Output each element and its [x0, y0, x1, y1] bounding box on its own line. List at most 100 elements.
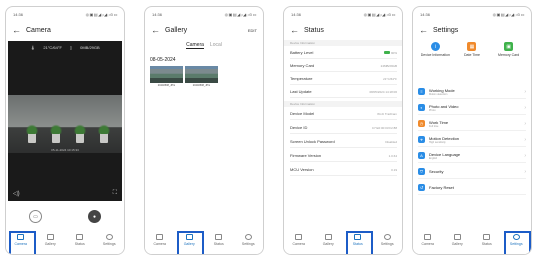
row-subtitle: Motion detection [429, 92, 448, 96]
temperature-readout: 21°C/64°F [43, 45, 62, 50]
clock-icon: ◷ [418, 120, 425, 127]
quick-device-information[interactable]: i Device Information [419, 42, 451, 57]
tab-camera[interactable]: Camera [186, 42, 204, 49]
nav-camera[interactable]: Camera [8, 231, 36, 254]
nav-label: Status [481, 242, 492, 246]
back-arrow-icon[interactable]: ← [151, 25, 165, 35]
nav-status[interactable]: Status [69, 234, 91, 246]
row-label: MCU Version [290, 167, 314, 172]
settings-row-work-time[interactable]: ◷ Work Time Full time › [418, 117, 526, 131]
quick-date-time[interactable]: ▦ Date Time [456, 42, 488, 57]
nav-status[interactable]: Status [476, 234, 498, 246]
gallery-tabs: Camera Local [145, 42, 263, 49]
status-icons: ◎▣▤◢ᵢₗ◢ᵢₗ⊙▭ [85, 11, 118, 17]
chevron-right-icon: › [524, 168, 526, 175]
section-header: Device Information [284, 40, 402, 46]
settings-row-photo-video[interactable]: ◐ Photo and Video Photo › [418, 101, 526, 115]
row-label: Battery Level [290, 50, 314, 55]
back-arrow-icon[interactable]: ← [419, 25, 433, 35]
storage-readout: 0MB/29GB [80, 45, 100, 50]
reset-icon: ↺ [418, 184, 425, 191]
battery-icon [383, 51, 390, 54]
settings-header: ← Settings [419, 24, 525, 36]
gear-icon [512, 234, 520, 240]
row-title: Factory Reset [429, 185, 454, 190]
nav-settings[interactable]: Settings [237, 234, 259, 246]
settings-quick-actions: i Device Information ▦ Date Time ▣ Memor… [417, 42, 527, 57]
chevron-right-icon: › [524, 136, 526, 143]
camera-icon: ● [92, 213, 97, 220]
row-label: Firmware Version [290, 153, 322, 158]
status-icon [354, 234, 362, 240]
gallery-thumbnail[interactable]: 20240508_JPG [185, 66, 218, 87]
row-label: Device ID [290, 125, 308, 130]
chevron-right-icon: › [524, 120, 526, 127]
row-label: Memory Card [290, 63, 315, 68]
video-camera-icon: ▭ [33, 213, 38, 220]
row-label: Device Model [290, 111, 315, 116]
row-subtitle: English [429, 156, 438, 160]
plant-pot [97, 123, 111, 143]
gallery-icon [324, 234, 332, 240]
fullscreen-icon[interactable]: ⛶ [113, 190, 117, 197]
status-row-mcu: MCU Version 0.19 [290, 164, 397, 176]
nav-gallery[interactable]: Gallery [177, 231, 205, 254]
chevron-right-icon: › [524, 88, 526, 95]
record-video-button[interactable]: ▭ [29, 210, 42, 223]
row-value: 24MB/29GB [380, 63, 397, 68]
settings-row-security[interactable]: ⛉ Security › [418, 165, 526, 179]
nav-camera[interactable]: Camera [417, 234, 439, 246]
battery-value: 90% [383, 51, 397, 55]
thumbnail-grid: 20240508_JPG 20240508_JPG [150, 66, 218, 87]
row-value: Disabled [385, 139, 397, 144]
settings-row-working-mode[interactable]: ≡ Working Mode Motion detection › [418, 85, 526, 99]
status-bar: 14:36 ◎▣▤◢ᵢₗ◢ᵢₗ⊙▭ [420, 10, 525, 18]
nav-camera[interactable]: Camera [149, 234, 171, 246]
edit-button[interactable]: EDIT [248, 28, 257, 33]
nav-settings[interactable]: Settings [376, 234, 398, 246]
gear-icon [244, 234, 252, 240]
row-value: 1.0.64 [388, 153, 397, 158]
status-header: ← Status [290, 24, 396, 36]
page-title: Status [304, 26, 324, 34]
nav-label: Status [352, 242, 363, 246]
status-icon [76, 234, 84, 240]
thumbnail-image [150, 66, 183, 83]
row-label: Screen Unlock Password [290, 139, 335, 144]
nav-gallery[interactable]: Gallery [39, 234, 61, 246]
nav-gallery[interactable]: Gallery [446, 234, 468, 246]
row-value: Wi-Fi TrailCam [377, 111, 397, 116]
thumbnail-caption: 20240508_JPG [192, 84, 211, 87]
camera-viewport: 🌡 21°C/64°F ▯ 0MB/29GB 05-11-2024 10:15:… [8, 41, 122, 201]
nav-camera[interactable]: Camera [288, 234, 310, 246]
phone-gallery-screen: 14:36 ◎▣▤◢ᵢₗ◢ᵢₗ⊙▭ ← Gallery EDIT Camera … [144, 6, 264, 255]
live-video-feed[interactable]: 05-11-2024 10:15:33 [8, 95, 122, 153]
settings-row-device-language[interactable]: A Device Language English › [418, 149, 526, 163]
nav-label: Status [74, 242, 85, 246]
settings-row-motion-detection[interactable]: ⌖ Motion Detection High sensitivity › [418, 133, 526, 147]
camera-icon [17, 234, 25, 240]
gear-icon [105, 234, 113, 240]
speaker-icon[interactable]: ◁) [13, 190, 20, 197]
back-arrow-icon[interactable]: ← [12, 25, 26, 35]
nav-settings[interactable]: Settings [98, 234, 120, 246]
camera-icon [424, 234, 432, 240]
nav-label: Gallery [44, 242, 56, 246]
gallery-thumbnail[interactable]: 20240508_JPG [150, 66, 183, 87]
nav-status[interactable]: Status [345, 231, 373, 254]
quick-memory-card[interactable]: ▣ Memory Card [493, 42, 525, 57]
settings-row-factory-reset[interactable]: ↺ Factory Reset [418, 181, 526, 195]
nav-status[interactable]: Status [208, 234, 230, 246]
nav-label: Camera [292, 242, 305, 246]
nav-settings[interactable]: Settings [504, 231, 531, 254]
nav-gallery[interactable]: Gallery [317, 234, 339, 246]
row-subtitle: Full time [429, 124, 439, 128]
status-time: 14:36 [13, 11, 24, 17]
take-photo-button[interactable]: ● [88, 210, 101, 223]
bottom-navigation: Camera Gallery Status Settings [413, 230, 531, 254]
status-row-last-update: Last Update 08/05/2024 14:18:06 [290, 86, 397, 98]
plant-pot [25, 123, 39, 143]
status-icon [215, 234, 223, 240]
back-arrow-icon[interactable]: ← [290, 25, 304, 35]
tab-local[interactable]: Local [210, 42, 222, 49]
